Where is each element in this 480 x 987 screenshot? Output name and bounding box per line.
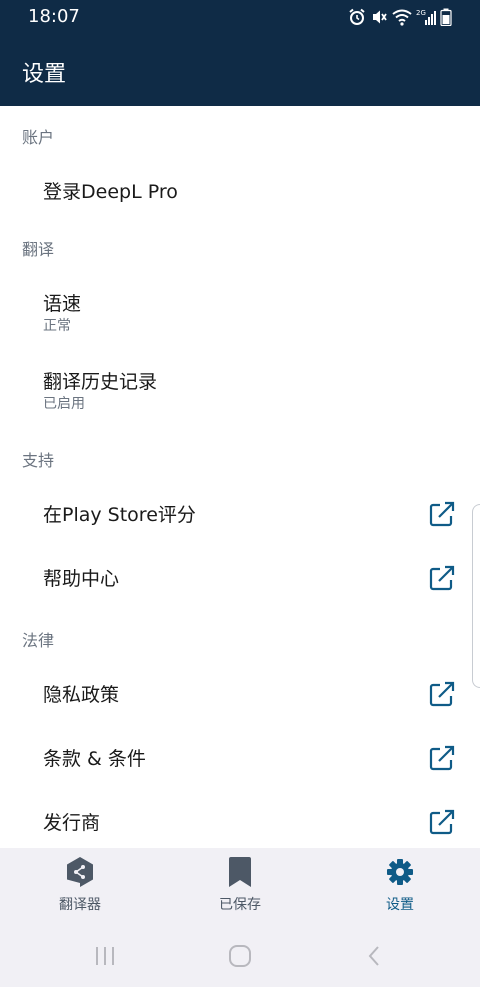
settings-item-rate-play-store[interactable]: 在Play Store评分 bbox=[0, 483, 480, 547]
settings-item-label: 隐私政策 bbox=[43, 684, 120, 706]
nav-tab-settings[interactable]: 设置 bbox=[320, 848, 480, 926]
settings-item-privacy-policy[interactable]: 隐私政策 bbox=[0, 663, 480, 727]
nav-tab-label: 设置 bbox=[386, 897, 414, 913]
wifi-icon bbox=[392, 9, 412, 26]
settings-item-label: 帮助中心 bbox=[43, 568, 120, 590]
mute-icon bbox=[373, 10, 387, 24]
network-type-label: 2G bbox=[416, 9, 426, 17]
settings-item-label: 发行商 bbox=[43, 812, 101, 834]
settings-item-publisher[interactable]: 发行商 bbox=[0, 791, 480, 848]
status-time: 18:07 bbox=[28, 6, 80, 27]
status-bar: 18:07 2G bbox=[0, 0, 480, 34]
nav-tab-label: 翻译器 bbox=[59, 897, 101, 913]
settings-list[interactable]: 账户 登录DeepL Pro 翻译 语速 正常 翻译历史记录 已启用 支持 在P… bbox=[0, 106, 480, 848]
section-header-support: 支持 bbox=[22, 451, 55, 470]
section-header-account: 账户 bbox=[22, 128, 55, 147]
settings-item-value: 正常 bbox=[43, 318, 71, 334]
settings-item-label: 翻译历史记录 bbox=[43, 371, 158, 393]
settings-item-label: 在Play Store评分 bbox=[43, 504, 196, 526]
settings-item-speech-speed[interactable]: 语速 正常 bbox=[0, 272, 480, 344]
status-icons: 2G bbox=[348, 8, 452, 26]
alarm-icon bbox=[349, 8, 365, 25]
external-link-icon bbox=[429, 565, 455, 591]
home-icon[interactable] bbox=[226, 942, 254, 970]
settings-item-label: 登录DeepL Pro bbox=[43, 181, 178, 203]
settings-item-label: 条款 & 条件 bbox=[43, 748, 146, 770]
section-header-translation: 翻译 bbox=[22, 240, 55, 259]
battery-icon bbox=[440, 8, 452, 26]
signal-icon: 2G bbox=[416, 9, 436, 25]
bottom-nav: 翻译器 已保存 设置 bbox=[0, 848, 480, 926]
app-bar: 设置 bbox=[0, 34, 480, 106]
nav-tab-translator[interactable]: 翻译器 bbox=[0, 848, 160, 926]
settings-item-login[interactable]: 登录DeepL Pro bbox=[0, 160, 480, 224]
nav-tab-saved[interactable]: 已保存 bbox=[160, 848, 320, 926]
page-title: 设置 bbox=[22, 62, 67, 87]
settings-item-value: 已启用 bbox=[43, 396, 85, 412]
translator-icon bbox=[67, 857, 93, 887]
system-nav-bar bbox=[0, 926, 480, 987]
settings-item-terms[interactable]: 条款 & 条件 bbox=[0, 727, 480, 791]
gear-icon bbox=[387, 859, 413, 885]
settings-item-history[interactable]: 翻译历史记录 已启用 bbox=[0, 352, 480, 424]
nav-tab-label: 已保存 bbox=[219, 897, 261, 913]
settings-item-help-center[interactable]: 帮助中心 bbox=[0, 547, 480, 611]
external-link-icon bbox=[429, 501, 455, 527]
bookmark-icon bbox=[229, 857, 251, 887]
edge-panel-handle[interactable] bbox=[472, 504, 480, 688]
settings-item-label: 语速 bbox=[43, 293, 82, 315]
external-link-icon bbox=[429, 681, 455, 707]
external-link-icon bbox=[429, 809, 455, 835]
section-header-legal: 法律 bbox=[22, 631, 55, 650]
back-icon[interactable] bbox=[361, 942, 389, 970]
external-link-icon bbox=[429, 745, 455, 771]
recent-apps-icon[interactable] bbox=[91, 942, 119, 970]
